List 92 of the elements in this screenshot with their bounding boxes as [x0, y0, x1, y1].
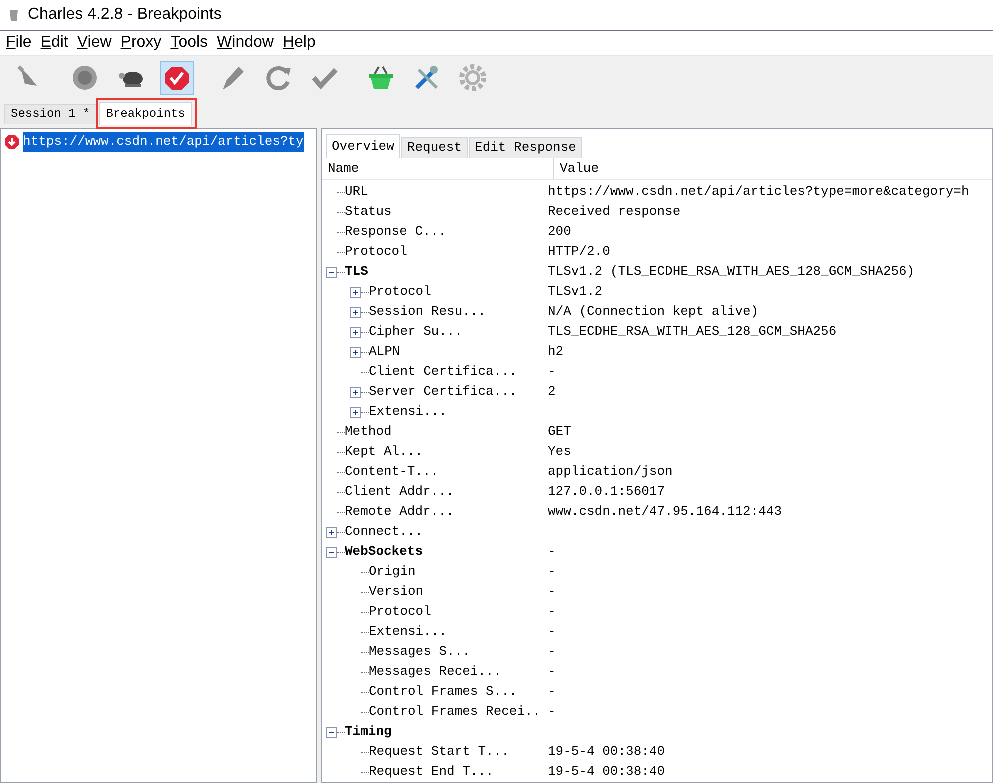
- property-name: URL: [345, 183, 368, 202]
- property-name: Client Certifica...: [369, 363, 518, 382]
- request-url[interactable]: https://www.csdn.net/api/articles?ty: [23, 132, 304, 152]
- property-value: -: [548, 663, 556, 682]
- window-title: Charles 4.2.8 - Breakpoints: [28, 5, 222, 25]
- expand-icon[interactable]: [350, 326, 361, 338]
- expand-icon[interactable]: [350, 286, 361, 298]
- property-value: HTTP/2.0: [548, 243, 610, 262]
- property-name: ALPN: [369, 343, 400, 362]
- menu-item[interactable]: Edit: [40, 31, 68, 55]
- property-value: TLS_ECDHE_RSA_WITH_AES_128_GCM_SHA256: [548, 323, 837, 342]
- property-name: Timing: [345, 723, 392, 742]
- property-name: Request Start T...: [369, 743, 510, 762]
- property-value: 2: [548, 383, 556, 402]
- basket-icon: [367, 64, 395, 92]
- collapse-icon[interactable]: [326, 726, 337, 738]
- property-value: TLSv1.2 (TLS_ECDHE_RSA_WITH_AES_128_GCM_SHA256): [548, 263, 915, 282]
- app-icon: [8, 8, 20, 22]
- stop-check-icon: [163, 64, 191, 92]
- expand-icon[interactable]: [350, 386, 361, 398]
- property-value: 19-5-4 00:38:40: [548, 743, 666, 762]
- property-value: -: [548, 363, 556, 382]
- property-name: Cipher Su...: [369, 323, 463, 342]
- property-value: GET: [548, 423, 572, 442]
- property-name: Request End T...: [369, 763, 494, 782]
- property-name: Extensi...: [369, 623, 448, 642]
- menu-item[interactable]: Window: [217, 31, 274, 55]
- expand-icon[interactable]: [350, 346, 361, 358]
- property-name: Method: [345, 423, 392, 442]
- property-name: WebSockets: [345, 543, 424, 562]
- property-value: -: [548, 623, 556, 642]
- detail-tab[interactable]: Overview: [326, 134, 400, 158]
- toolbar-button[interactable]: [160, 61, 194, 95]
- property-value: www.csdn.net/47.95.164.112:443: [548, 503, 782, 522]
- column-header[interactable]: Value: [554, 158, 606, 178]
- breakpoint-icon: [4, 134, 20, 150]
- property-name: Version: [369, 583, 424, 602]
- property-value: -: [548, 603, 556, 622]
- property-value: -: [548, 563, 556, 582]
- property-value: application/json: [548, 463, 673, 482]
- property-name: Status: [345, 203, 392, 222]
- expand-icon[interactable]: [350, 306, 361, 318]
- column-header[interactable]: Name: [322, 158, 554, 179]
- tools-icon: [413, 64, 441, 92]
- collapse-icon[interactable]: [326, 266, 337, 278]
- property-name: Server Certifica...: [369, 383, 518, 402]
- property-value: Received response: [548, 203, 681, 222]
- property-value: 19-5-4 00:38:40: [548, 763, 666, 782]
- menu-item[interactable]: Help: [282, 31, 316, 55]
- gear-icon: [459, 64, 487, 92]
- expand-icon[interactable]: [326, 526, 337, 538]
- expand-icon[interactable]: [350, 406, 361, 418]
- detail-tab[interactable]: Edit Response: [469, 137, 582, 158]
- property-name: Messages S...: [369, 643, 470, 662]
- detail-tab[interactable]: Request: [401, 137, 468, 158]
- property-name: Session Resu...: [369, 303, 486, 322]
- property-value: -: [548, 703, 556, 722]
- property-value: -: [548, 543, 556, 562]
- property-value: TLSv1.2: [548, 283, 603, 302]
- menu-item[interactable]: Tools: [170, 31, 208, 55]
- collapse-icon[interactable]: [326, 546, 337, 558]
- property-name: Extensi...: [369, 403, 448, 422]
- session-tab[interactable]: Session 1 *: [4, 104, 98, 124]
- property-name: Client Addr...: [345, 483, 454, 502]
- property-value: -: [548, 643, 556, 662]
- record-icon: [71, 64, 99, 92]
- property-name: Connect...: [345, 523, 424, 542]
- property-name: Content-T...: [345, 463, 439, 482]
- property-name: TLS: [345, 263, 368, 282]
- property-name: Kept Al...: [345, 443, 424, 462]
- menu-item[interactable]: Proxy: [120, 31, 162, 55]
- menu-item[interactable]: File: [6, 31, 32, 55]
- property-value: 127.0.0.1:56017: [548, 483, 666, 502]
- property-name: Protocol: [369, 603, 432, 622]
- property-name: Remote Addr...: [345, 503, 454, 522]
- property-value: -: [548, 583, 556, 602]
- property-value: N/A (Connection kept alive): [548, 303, 759, 322]
- property-value: -: [548, 683, 556, 702]
- property-name: Origin: [369, 563, 416, 582]
- property-name: Protocol: [369, 283, 432, 302]
- property-name: Control Frames Recei..: [369, 703, 541, 722]
- property-value: h2: [548, 343, 564, 362]
- property-name: Protocol: [345, 243, 408, 262]
- property-value: Yes: [548, 443, 572, 462]
- refresh-icon: [265, 64, 293, 92]
- property-name: Messages Recei...: [369, 663, 502, 682]
- property-name: Control Frames S...: [369, 683, 518, 702]
- property-name: Response C...: [345, 223, 446, 242]
- session-tab[interactable]: Breakpoints: [99, 102, 192, 125]
- property-value: https://www.csdn.net/api/articles?type=more&category=h: [548, 183, 970, 202]
- menu-item[interactable]: View: [77, 31, 112, 55]
- property-value: 200: [548, 223, 572, 242]
